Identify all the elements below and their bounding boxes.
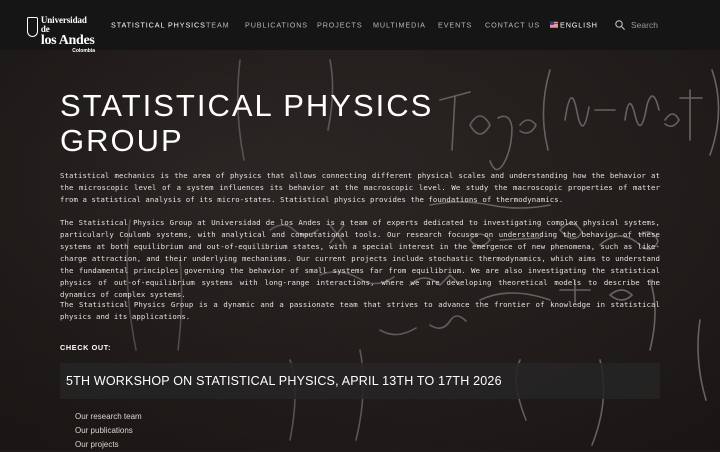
checkout-heading: CHECK OUT: [60,343,111,352]
logo-line-1: Universidad de [40,15,87,34]
quick-links: Our research team Our publications Our p… [75,410,142,452]
nav-statistical-physics[interactable]: STATISTICAL PHYSICS [111,21,206,30]
university-logo[interactable]: Universidad de los Andes Colombia [27,16,97,54]
group-description-paragraph: The Statistical Physics Group at Univers… [60,218,660,299]
top-navbar: Universidad de los Andes Colombia STATIS… [0,0,720,54]
link-research-team[interactable]: Our research team [75,410,142,424]
nav-publications[interactable]: PUBLICATIONS [245,21,308,30]
nav-projects[interactable]: PROJECTS [317,21,363,30]
logo-line-2: los Andes [40,33,95,48]
nav-multimedia[interactable]: MULTIMEDIA [373,21,426,30]
main-content: STATISTICAL PHYSICS GROUP Statistical me… [60,88,660,449]
page-title-line-2: GROUP [60,123,184,158]
university-shield-icon [27,17,38,37]
page-title-line-1: STATISTICAL PHYSICS [60,88,434,123]
nav-contact-us[interactable]: CONTACT US [485,21,540,30]
logo-line-3: Colombia [72,48,95,54]
us-flag-icon [550,21,558,28]
workshop-banner-text[interactable]: 5TH WORKSHOP ON STATISTICAL PHYSICS, APR… [66,374,502,388]
search-icon [615,20,625,30]
nav-team[interactable]: TEAM [206,21,230,30]
page-title: STATISTICAL PHYSICS GROUP [60,88,440,158]
workshop-banner[interactable]: 5TH WORKSHOP ON STATISTICAL PHYSICS, APR… [60,363,660,399]
intro-paragraph: Statistical mechanics is the area of phy… [60,171,660,204]
language-label: ENGLISH [560,20,598,30]
link-publications[interactable]: Our publications [75,424,142,438]
language-selector[interactable]: ENGLISH [550,21,598,30]
logo-text: Universidad de los Andes Colombia [41,16,97,54]
mission-paragraph: The Statistical Physics Group is a dynam… [60,300,660,321]
search-placeholder[interactable]: Search [631,20,658,30]
search-box[interactable]: Search [615,20,658,30]
nav-events[interactable]: EVENTS [438,21,472,30]
